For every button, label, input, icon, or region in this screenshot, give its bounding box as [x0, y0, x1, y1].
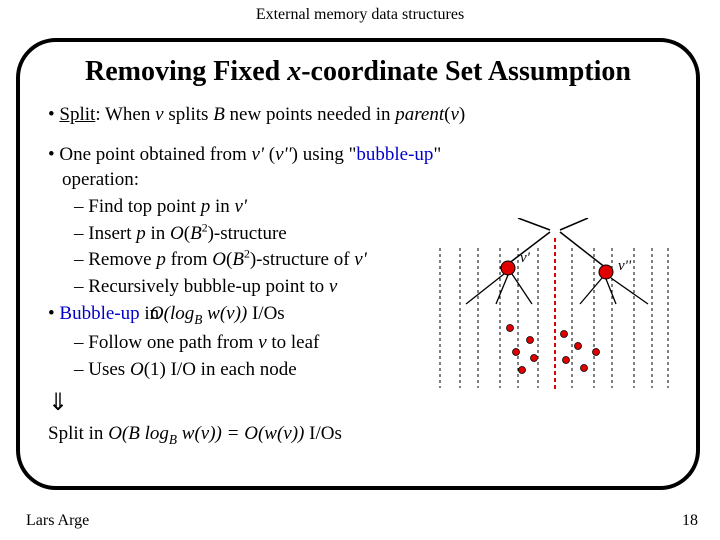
term-bubbleup2: Bubble-up [59, 303, 139, 324]
label-vpp: v'' [618, 258, 632, 274]
var-O: O [130, 359, 144, 380]
sub-insert: – Insert p in O(B2)-structure [48, 221, 468, 247]
t: I/Os [247, 303, 284, 324]
slide-content: • Split: When v splits B new points need… [20, 88, 696, 449]
tree-diagram: v' v'' [438, 218, 670, 394]
var-v: v [329, 276, 337, 297]
diagram-svg: v' v'' [438, 218, 670, 394]
split-label: Split [59, 104, 95, 125]
slide-header: External memory data structures [0, 0, 720, 24]
t: Find top point [88, 196, 200, 217]
down-arrow-icon: ⇓ [48, 387, 468, 419]
bullet-onepoint: • One point obtained from v' (v'') using… [48, 142, 468, 193]
t: ( [264, 144, 275, 165]
bullet-split: • Split: When v splits B new points need… [48, 102, 674, 128]
t: )-structure of [250, 249, 354, 270]
var-vp: v' [251, 144, 264, 165]
title-post: -coordinate Set Assumption [301, 56, 631, 87]
t: to leaf [267, 332, 320, 353]
var-B: B [190, 223, 202, 244]
title-x: x [287, 56, 301, 87]
var-vpp: v'' [275, 144, 292, 165]
sub-follow: – Follow one path from v to leaf [48, 330, 468, 356]
var-p: p [136, 223, 146, 244]
formula-log: O(logB w(v)) [164, 301, 247, 329]
var-B: B [232, 249, 244, 270]
var-vp: v' [354, 249, 367, 270]
title-pre: Removing Fixed [85, 56, 287, 87]
footer-author: Lars Arge [26, 512, 89, 530]
t: in [146, 223, 170, 244]
final-line: Split in O(B logB w(v)) = O(w(v)) I/Os [48, 421, 468, 449]
sub-uses: – Uses O(1) I/O in each node [48, 357, 468, 383]
term-bubbleup: bubble-up [356, 144, 433, 165]
formula-final: O(B logB w(v)) = O(w(v)) [108, 421, 304, 449]
t: Follow one path from [88, 332, 258, 353]
t: new points needed in [225, 104, 395, 125]
sub-find: – Find top point p in v' [48, 194, 468, 220]
slide-card: Removing Fixed x-coordinate Set Assumpti… [16, 38, 700, 490]
slide-title: Removing Fixed x-coordinate Set Assumpti… [20, 56, 696, 88]
sub-recurse: – Recursively bubble-up point to v [48, 274, 468, 300]
var-v: v [155, 104, 163, 125]
label-vp: v' [520, 250, 531, 266]
t: Recursively bubble-up point to [88, 276, 329, 297]
t: from [166, 249, 212, 270]
var-B: B [213, 104, 225, 125]
t: )-structure [208, 223, 287, 244]
t: Insert [88, 223, 136, 244]
var-O: O [170, 223, 184, 244]
sub-remove: – Remove p from O(B2)-structure of v' [48, 247, 468, 273]
t: I/O in each node [166, 359, 297, 380]
var-p: p [201, 196, 211, 217]
t: in [210, 196, 234, 217]
var-parent: parent [395, 104, 444, 125]
footer-page: 18 [682, 512, 698, 530]
var-p: p [156, 249, 166, 270]
t: splits [164, 104, 214, 125]
var-v: v [450, 104, 458, 125]
t: Remove [88, 249, 156, 270]
var-O: O [212, 249, 226, 270]
t: Uses [88, 359, 130, 380]
t: ) [459, 104, 465, 125]
t: Split in [48, 423, 108, 444]
t: : When [95, 104, 155, 125]
t: I/Os [304, 423, 341, 444]
t: ) using " [292, 144, 357, 165]
var-vp: v' [234, 196, 247, 217]
bullet-bubbleup: • Bubble-up in O(logB w(v)) I/Os [48, 301, 468, 329]
var-v: v [258, 332, 266, 353]
t: (1) [144, 359, 166, 380]
t: One point obtained from [59, 144, 251, 165]
